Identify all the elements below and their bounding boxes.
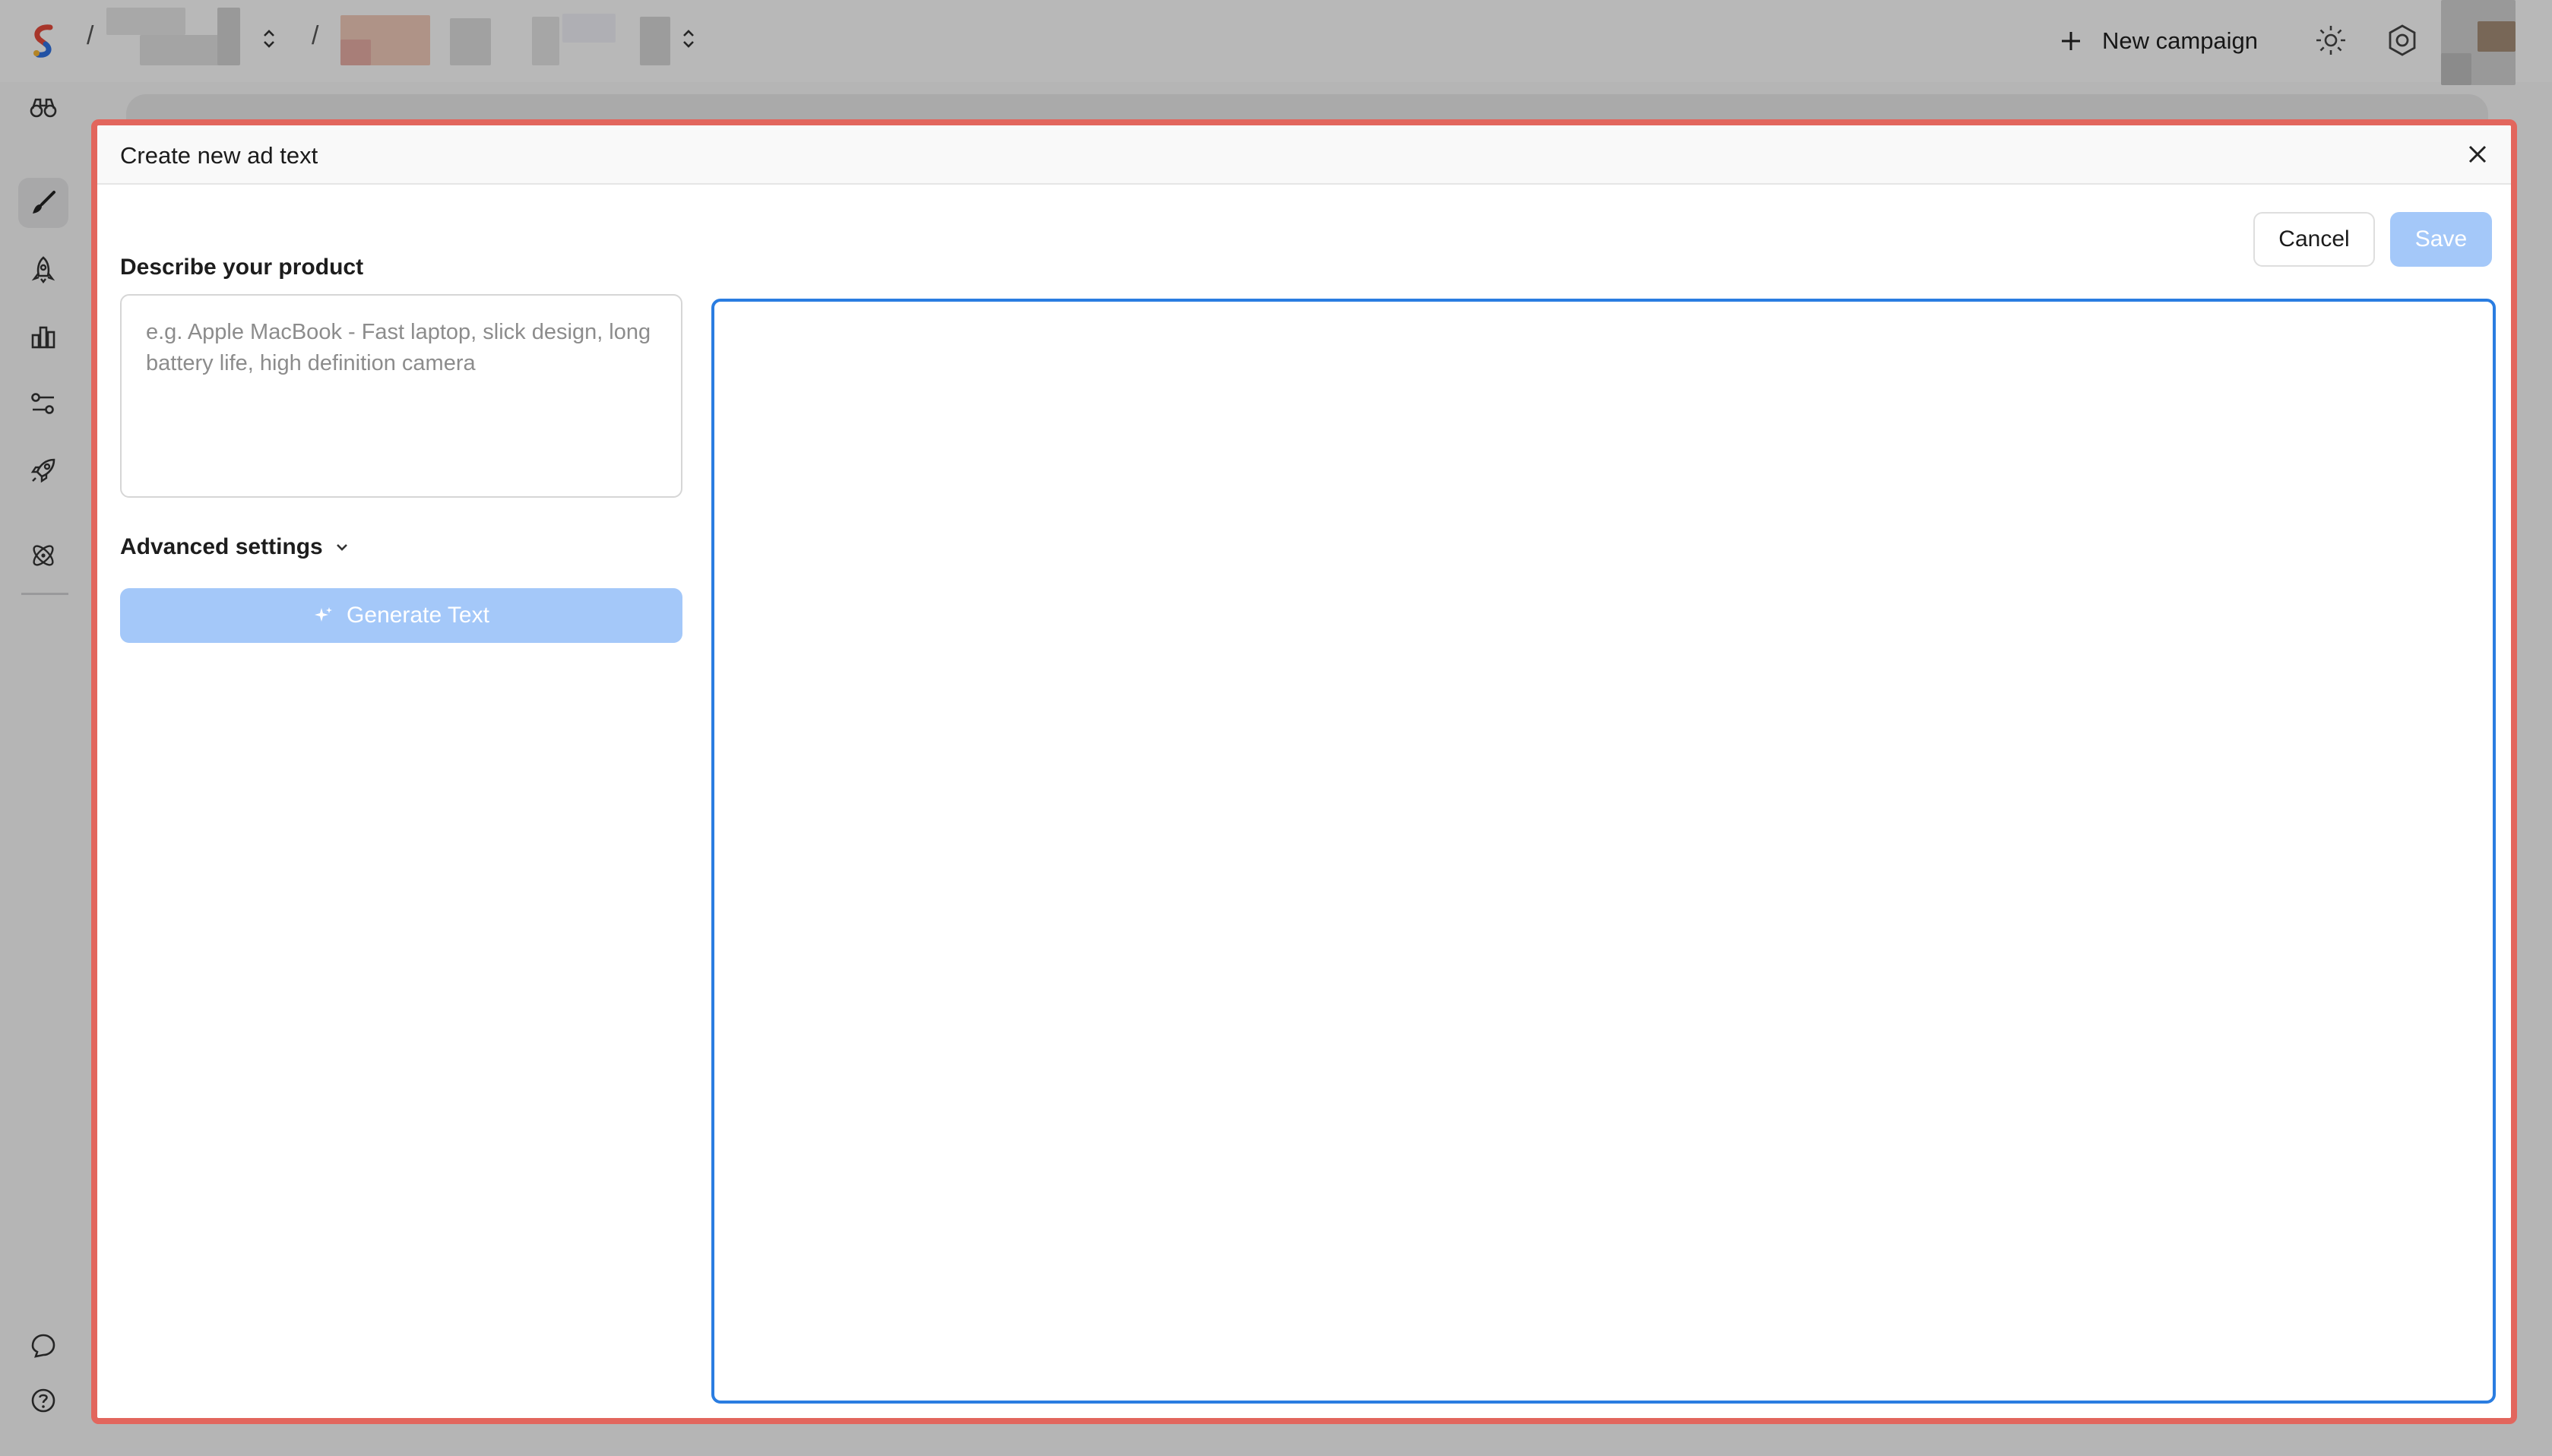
advanced-settings-label: Advanced settings [120,534,323,559]
generate-text-button[interactable]: Generate Text [120,588,682,643]
cancel-button[interactable]: Cancel [2253,212,2375,267]
advanced-settings-toggle[interactable]: Advanced settings [120,534,350,560]
close-button[interactable] [2462,139,2493,169]
create-ad-text-modal: Create new ad text Cancel Save Describe … [91,119,2517,1424]
modal-header: Create new ad text [97,125,2511,185]
modal-title: Create new ad text [120,142,318,169]
product-description-input[interactable] [120,294,682,498]
chevron-down-icon [336,544,347,551]
save-button[interactable]: Save [2390,212,2492,267]
close-icon [2468,145,2487,163]
sparkle-icon [315,607,333,622]
ad-text-editor[interactable] [711,299,2496,1404]
generate-text-label: Generate Text [347,603,489,628]
product-description-label: Describe your product [120,255,364,280]
